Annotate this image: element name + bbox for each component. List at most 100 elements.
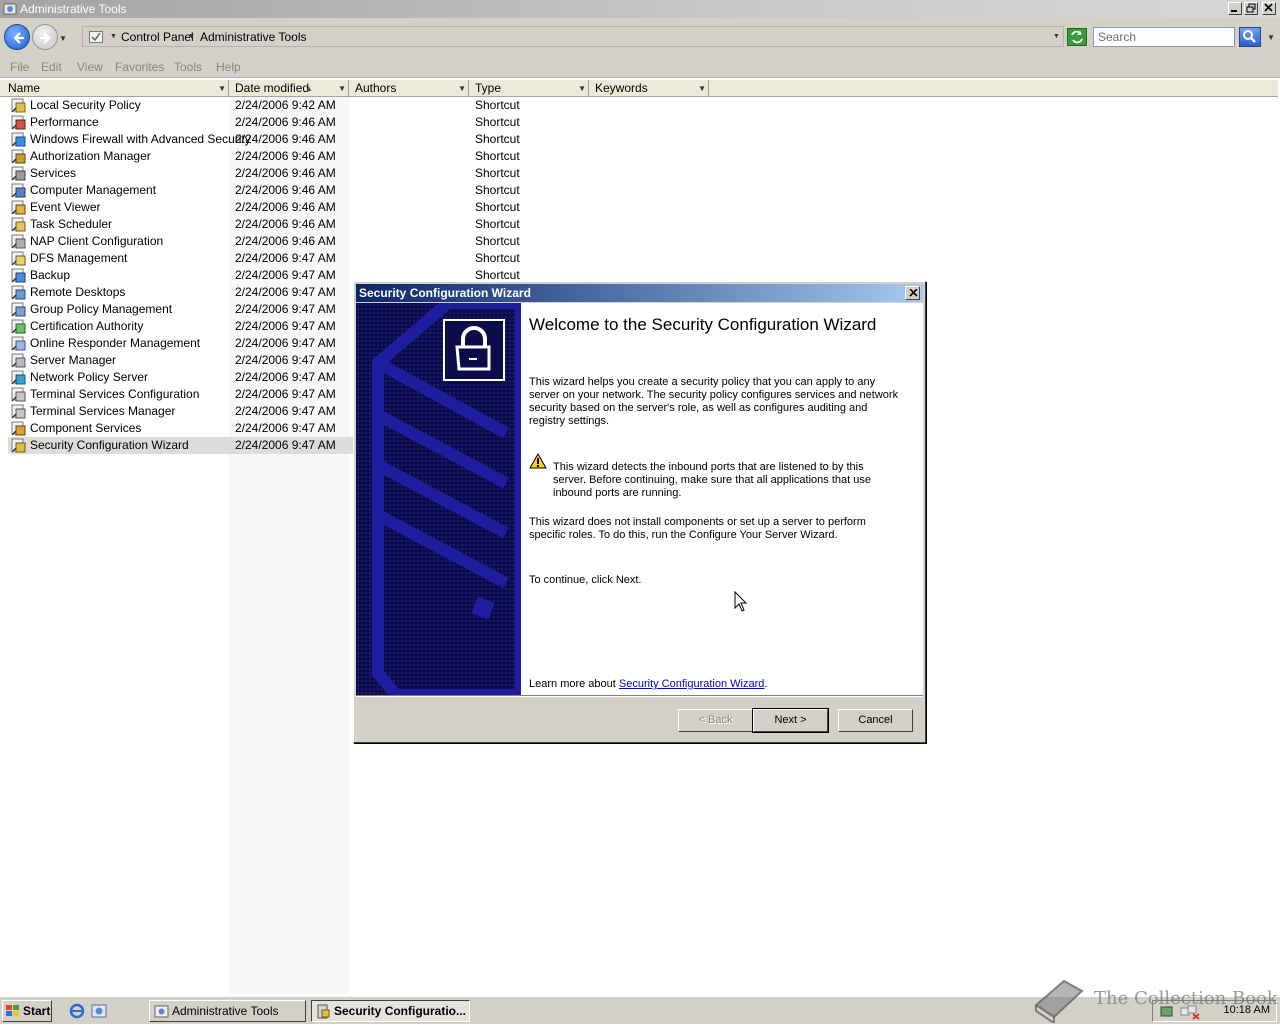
column-header-name[interactable]: Name ▼ — [2, 80, 229, 97]
refresh-icon — [1071, 30, 1083, 44]
column-filter-icon[interactable]: ▼ — [338, 80, 346, 97]
window-title: Administrative Tools — [20, 2, 127, 16]
server-manager-quicklaunch-icon[interactable] — [91, 1003, 107, 1019]
file-name: Network Policy Server — [30, 370, 149, 384]
column-filter-icon[interactable]: ▼ — [458, 80, 466, 97]
learn-more-link[interactable]: Security Configuration Wizard — [619, 678, 765, 690]
table-row[interactable]: Component Services 2/24/2006 9:47 AM — [8, 420, 353, 437]
dfs-icon — [11, 251, 26, 266]
task-label: Administrative Tools — [172, 1004, 279, 1018]
restore-button[interactable] — [1244, 2, 1258, 15]
table-row[interactable]: Remote Desktops 2/24/2006 9:47 AM — [8, 284, 353, 301]
file-date: 2/24/2006 9:47 AM — [235, 268, 336, 282]
back-button-label: < Back — [698, 714, 733, 726]
task-scheduler-icon — [11, 217, 26, 232]
history-dropdown-icon[interactable]: ▼ — [59, 34, 67, 43]
sort-ascending-icon: ▲ — [305, 84, 313, 93]
table-row[interactable]: Group Policy Management 2/24/2006 9:47 AM — [8, 301, 353, 318]
column-filter-icon[interactable]: ▼ — [218, 80, 226, 97]
computer-management-icon — [11, 183, 26, 198]
clock[interactable]: 10:18 AM — [1224, 1004, 1270, 1016]
security-tray-icon[interactable] — [1159, 1004, 1175, 1020]
search-input[interactable]: Search — [1093, 27, 1235, 47]
menu-edit[interactable]: Edit — [41, 60, 62, 74]
column-filter-icon[interactable]: ▼ — [578, 80, 586, 97]
file-name: Performance — [30, 115, 99, 129]
table-row[interactable]: Computer Management 2/24/2006 9:46 AM Shor… — [8, 182, 520, 199]
wizard-continue-text: To continue, click Next. — [529, 574, 642, 586]
menu-file[interactable]: File — [10, 60, 29, 74]
task-security-configuration-wizard[interactable]: Security Configuratio... — [311, 1000, 470, 1022]
search-button[interactable] — [1239, 27, 1261, 47]
file-name: DFS Management — [30, 251, 128, 265]
internet-explorer-icon[interactable] — [69, 1003, 85, 1019]
table-row[interactable]: Performance 2/24/2006 9:46 AM Shortcut — [8, 114, 520, 131]
start-button[interactable]: Start — [2, 1000, 52, 1022]
table-row[interactable]: Server Manager 2/24/2006 9:47 AM — [8, 352, 353, 369]
table-row[interactable]: Backup 2/24/2006 9:47 AM Shortcut — [8, 267, 520, 284]
next-button[interactable]: Next > — [752, 708, 829, 733]
table-row[interactable]: NAP Client Configuration 2/24/2006 9:46 A… — [8, 233, 520, 250]
file-name: Terminal Services Manager — [30, 404, 176, 418]
menu-view[interactable]: View — [77, 60, 103, 74]
file-name: Event Viewer — [30, 200, 101, 214]
address-dropdown-icon[interactable]: ▼ — [1053, 33, 1060, 40]
file-type: Shortcut — [475, 234, 520, 248]
search-dropdown-icon[interactable]: ▼ — [1267, 33, 1275, 42]
table-row[interactable]: Security Configuration Wizard 2/24/2006 9… — [8, 437, 353, 454]
table-row[interactable]: Windows Firewall with Advanced Security 2… — [8, 131, 520, 148]
refresh-button[interactable] — [1067, 28, 1087, 46]
learn-more-line: Learn more about Security Configuration … — [529, 678, 899, 691]
column-keywords-label: Keywords — [595, 81, 648, 95]
table-row[interactable]: Terminal Services Manager 2/24/2006 9:47 … — [8, 403, 353, 420]
file-date: 2/24/2006 9:47 AM — [235, 285, 336, 299]
breadcrumb-control-panel[interactable]: Control Panel — [121, 30, 194, 44]
forward-button[interactable] — [32, 24, 58, 50]
breadcrumb-administrative-tools[interactable]: Administrative Tools — [200, 30, 307, 44]
backup-icon — [11, 268, 26, 283]
table-row[interactable]: Authorization Manager 2/24/2006 9:46 AM Sh… — [8, 148, 520, 165]
table-row[interactable]: Event Viewer 2/24/2006 9:46 AM Shortcut — [8, 199, 520, 216]
file-name: NAP Client Configuration — [30, 234, 164, 248]
cancel-button[interactable]: Cancel — [838, 709, 913, 732]
back-button[interactable] — [4, 24, 30, 50]
table-row[interactable]: Services 2/24/2006 9:46 AM Shortcut — [8, 165, 520, 182]
column-filter-icon[interactable]: ▼ — [698, 80, 706, 97]
column-header-authors[interactable]: Authors ▼ — [349, 80, 469, 97]
file-name: Windows Firewall with Advanced Security — [30, 132, 251, 146]
file-type: Shortcut — [475, 115, 520, 129]
table-row[interactable]: Local Security Policy 2/24/2006 9:42 AM Sh… — [8, 97, 520, 114]
close-button[interactable] — [1262, 2, 1276, 15]
table-row[interactable]: Task Scheduler 2/24/2006 9:46 AM Shortcut — [8, 216, 520, 233]
breadcrumb-caret-icon[interactable]: ▼ — [188, 33, 195, 40]
column-header-type[interactable]: Type ▼ — [469, 80, 589, 97]
column-header-date[interactable]: Date modified ▲ ▼ — [229, 80, 349, 97]
menu-tools[interactable]: Tools — [174, 60, 202, 74]
file-name: Server Manager — [30, 353, 117, 367]
minimize-button[interactable] — [1228, 2, 1242, 15]
table-row[interactable]: Terminal Services Configuration 2/24/2006… — [8, 386, 353, 403]
table-row[interactable]: Network Policy Server 2/24/2006 9:47 AM — [8, 369, 353, 386]
table-row[interactable]: Online Responder Management 2/24/2006 9:4… — [8, 335, 353, 352]
window-titlebar[interactable]: Administrative Tools — [0, 0, 1280, 18]
dialog-titlebar[interactable]: Security Configuration Wizard — [356, 284, 923, 302]
menu-help[interactable]: Help — [216, 60, 241, 74]
learn-more-suffix: . — [764, 678, 768, 690]
address-bar[interactable]: ▼ Control Panel ▼ Administrative Tools ▼ — [82, 26, 1064, 47]
table-row[interactable]: DFS Management 2/24/2006 9:47 AM Shortcut — [8, 250, 520, 267]
table-row[interactable]: Certification Authority 2/24/2006 9:47 AM — [8, 318, 353, 335]
network-disconnected-icon[interactable] — [1179, 1004, 1201, 1020]
dialog-close-button[interactable] — [905, 286, 920, 300]
address-toolbar: ▼ ▼ Control Panel ▼ Administrative Tools… — [0, 18, 1280, 56]
file-date: 2/24/2006 9:47 AM — [235, 302, 336, 316]
task-administrative-tools[interactable]: Administrative Tools — [149, 1000, 306, 1022]
column-header-keywords[interactable]: Keywords ▼ — [589, 80, 709, 97]
address-root-caret-icon[interactable]: ▼ — [110, 33, 117, 40]
control-panel-icon — [3, 3, 17, 15]
file-name: Component Services — [30, 421, 142, 435]
certificate-icon — [11, 319, 26, 334]
column-type-label: Type — [475, 81, 502, 95]
dialog-separator — [356, 695, 923, 697]
back-wizard-button[interactable]: < Back — [678, 709, 753, 732]
menu-favorites[interactable]: Favorites — [115, 60, 164, 74]
